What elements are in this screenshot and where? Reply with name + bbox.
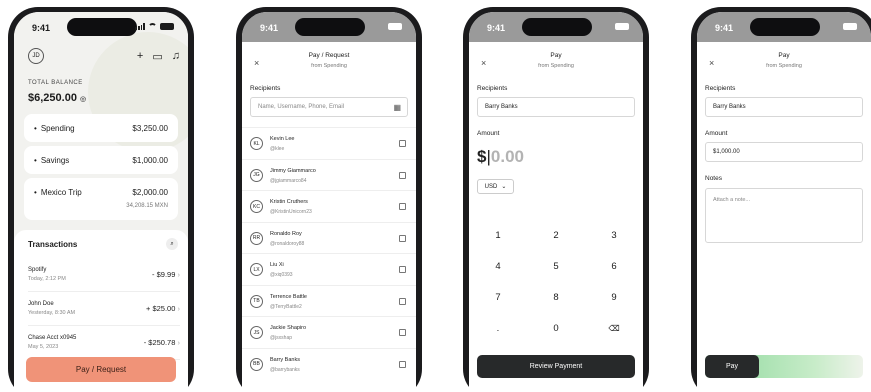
signal-icon	[135, 23, 145, 30]
phone-amount: 9:41 × Pay from Spending Recipients Barr…	[463, 7, 649, 392]
status-bar: 9:41	[14, 12, 188, 40]
recipient-list: KL Kevin Lee @klee JG Jimmy Giammarco @jgiam…	[242, 127, 416, 379]
numeric-keypad: 1 2 3 4 5 6 7 8 9 . 0 ⌫	[469, 227, 643, 338]
battery-icon	[615, 23, 629, 30]
recipient-item[interactable]: JG Jimmy Giammarco @jgiammarco84	[242, 158, 416, 191]
key-3[interactable]: 3	[585, 227, 643, 245]
recipients-screen: 9:41 × Pay / Request from Spending Recip…	[242, 12, 416, 392]
recipient-field[interactable]: Barry Banks	[705, 97, 863, 117]
checkbox[interactable]	[399, 203, 406, 210]
battery-icon	[160, 23, 174, 30]
transaction-row[interactable]: John Doe Yesterday, 8:30 AM + $25.00	[28, 292, 180, 326]
chevron-down-icon: ⌄	[501, 184, 507, 190]
sheet-title: Pay	[778, 52, 790, 59]
checkbox[interactable]	[399, 140, 406, 147]
key-6[interactable]: 6	[585, 258, 643, 276]
recipients-label: Recipients	[477, 85, 508, 92]
recipient-search-input[interactable]: Name, Username, Phone, Email ▦	[250, 97, 408, 117]
checkbox[interactable]	[399, 171, 406, 179]
backspace-icon[interactable]: ⌫	[585, 320, 643, 338]
pay-sheet: × Pay from Spending Recipients Barry Ban…	[469, 42, 643, 392]
eye-icon: ◎	[80, 96, 87, 103]
wifi-icon	[148, 23, 157, 30]
recipient-item[interactable]: BB Barry Banks @barrybanks	[242, 347, 416, 380]
pay-sheet: × Pay from Spending Recipients Barry Ban…	[697, 42, 871, 392]
recipient-item[interactable]: KC Kristin Cruthers @KristinUnicorn23	[242, 190, 416, 222]
status-bar: 9:41	[697, 12, 871, 40]
bell-icon[interactable]: ♫	[172, 50, 180, 63]
battery-icon	[843, 23, 857, 30]
checkbox[interactable]	[399, 297, 406, 305]
sheet-subtitle: from Spending	[766, 63, 802, 69]
key-2[interactable]: 2	[527, 227, 585, 245]
transaction-row[interactable]: Chase Acct x0945 May 5, 2023 - $250.78	[28, 326, 180, 360]
sheet-subtitle: from Spending	[538, 63, 574, 69]
key-9[interactable]: 9	[585, 289, 643, 307]
key-7[interactable]: 7	[469, 289, 527, 307]
transaction-row[interactable]: Spotify Today, 2:12 PM - $9.99	[28, 258, 180, 292]
key-5[interactable]: 5	[527, 258, 585, 276]
home-screen: 9:41 JD + ▭ ♫ TOTAL BALANCE $6,250.00 ◎ …	[14, 12, 188, 392]
status-bar: 9:41	[242, 12, 416, 40]
key-8[interactable]: 8	[527, 289, 585, 307]
recipient-item[interactable]: KL Kevin Lee @klee	[242, 127, 416, 159]
checkbox[interactable]	[399, 329, 406, 336]
dynamic-island	[67, 18, 137, 36]
notes-label: Notes	[705, 175, 722, 182]
review-payment-button[interactable]: Review Payment	[477, 355, 635, 378]
search-icon[interactable]: ⌕	[166, 238, 178, 250]
sheet-subtitle: from Spending	[311, 63, 347, 69]
status-bar: 9:41	[469, 12, 643, 40]
slide-to-pay[interactable]: Pay	[705, 355, 863, 378]
sheet-title: Pay / Request	[308, 52, 350, 59]
total-balance[interactable]: $6,250.00 ◎	[28, 92, 86, 104]
card-icon[interactable]: ▭	[152, 50, 162, 63]
key-1[interactable]: 1	[469, 227, 527, 245]
key-0[interactable]: 0	[527, 320, 585, 338]
checkbox[interactable]	[399, 234, 406, 242]
key-decimal[interactable]: .	[469, 320, 527, 338]
recipients-label: Recipients	[705, 85, 736, 92]
accounts-list: Spending $3,250.00 Savings $1,000.00 Mex…	[24, 114, 178, 224]
slide-to-pay-knob[interactable]: Pay	[705, 355, 759, 378]
account-spending[interactable]: Spending $3,250.00	[24, 114, 178, 142]
recipients-label: Recipients	[250, 85, 281, 92]
battery-icon	[388, 23, 402, 30]
key-4[interactable]: 4	[469, 258, 527, 276]
amount-screen: 9:41 × Pay from Spending Recipients Barr…	[469, 12, 643, 392]
status-time: 9:41	[32, 23, 51, 33]
amount-input[interactable]: $|0.00	[477, 147, 524, 167]
recipient-item[interactable]: RR Ronaldo Roy @ronaldoroy88	[242, 221, 416, 254]
account-mexico-trip[interactable]: Mexico Trip $2,000.0034,208.15 MXN	[24, 178, 178, 220]
pay-request-button[interactable]: Pay / Request	[26, 357, 176, 382]
phone-home: 9:41 JD + ▭ ♫ TOTAL BALANCE $6,250.00 ◎ …	[8, 7, 194, 392]
account-savings[interactable]: Savings $1,000.00	[24, 146, 178, 174]
notes-textarea[interactable]: Attach a note...	[705, 188, 863, 243]
amount-field[interactable]: $1,000.00	[705, 142, 863, 162]
transactions-title: Transactions	[28, 240, 78, 249]
sheet-title: Pay	[550, 52, 562, 59]
currency-select[interactable]: USD ⌄	[477, 179, 514, 194]
recipient-item[interactable]: LX Liu Xi @xiq0393	[242, 253, 416, 285]
checkbox[interactable]	[399, 266, 406, 273]
amount-label: Amount	[477, 130, 500, 137]
phone-confirm: 9:41 × Pay from Spending Recipients Barr…	[691, 7, 871, 392]
checkbox[interactable]	[399, 360, 406, 368]
phone-recipients: 9:41 × Pay / Request from Spending Recip…	[236, 7, 422, 392]
recipient-item[interactable]: TB Terrence Battle @TerryBattle2	[242, 284, 416, 317]
pay-request-sheet: × Pay / Request from Spending Recipients…	[242, 42, 416, 392]
confirm-screen: 9:41 × Pay from Spending Recipients Barr…	[697, 12, 871, 392]
recipient-item[interactable]: JS Jackie Shapiro @jsxshap	[242, 316, 416, 348]
recipient-field[interactable]: Barry Banks	[477, 97, 635, 117]
plus-icon[interactable]: +	[137, 50, 143, 63]
balance-label: TOTAL BALANCE	[28, 80, 83, 86]
amount-label: Amount	[705, 130, 728, 137]
avatar[interactable]: JD	[28, 48, 44, 64]
transactions-list: SpotifyToday, 2:12 PM - $9.99 John DoeYe…	[28, 258, 180, 360]
qr-code-icon[interactable]: ▦	[393, 103, 401, 112]
